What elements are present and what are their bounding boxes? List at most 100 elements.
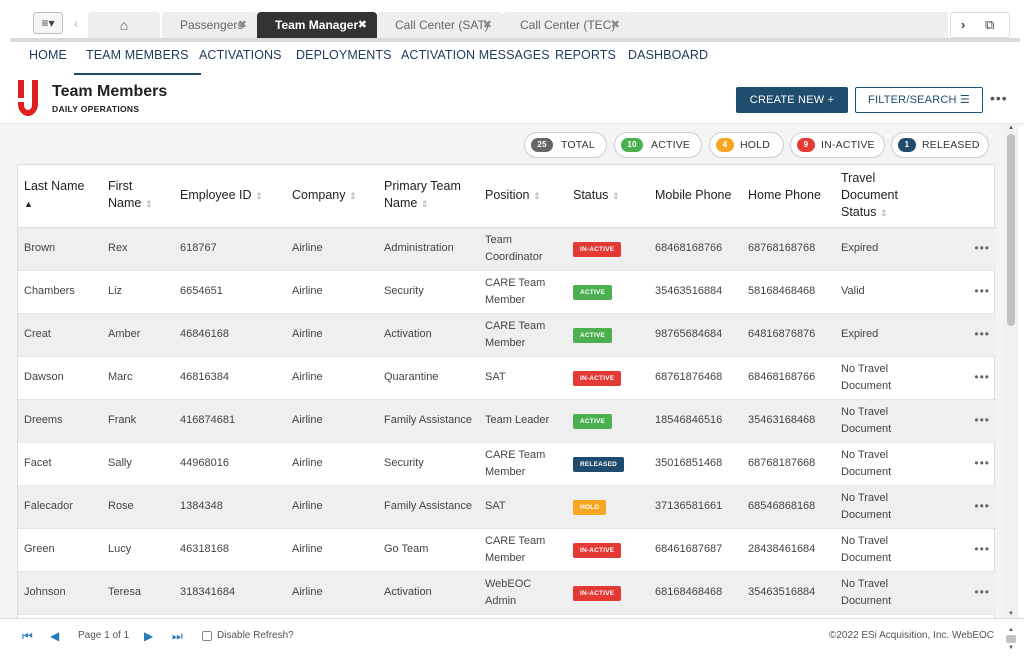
column-header-status[interactable]: Status ⇕ <box>567 165 649 228</box>
chevron-right-icon[interactable]: › <box>961 13 965 37</box>
tab-passengers[interactable]: Passengers ✖ <box>162 12 257 38</box>
tab-team-manager[interactable]: Team Manager ✖ <box>257 12 377 38</box>
cell-status: IN-ACTIVE <box>567 528 649 572</box>
sort-icon: ⇕ <box>348 190 357 201</box>
cell-emp: 6654651 <box>174 270 286 314</box>
cell-position: SAT <box>479 485 567 529</box>
row-more-options-icon[interactable]: ••• <box>939 399 996 443</box>
nav-team-members[interactable]: TEAM MEMBERS <box>74 48 201 75</box>
nav-activation-messages[interactable]: ACTIVATION MESSAGES <box>401 48 550 72</box>
tab-menu-button[interactable]: ≡▾ <box>33 12 63 34</box>
table-row[interactable]: Brown Rex 618767 Airline Administration Team … <box>18 227 996 271</box>
nav-dashboard[interactable]: DASHBOARD <box>628 48 708 72</box>
row-more-options-icon[interactable]: ••• <box>939 442 996 486</box>
scrollbar-thumb[interactable] <box>1006 635 1016 643</box>
cell-company: Airline <box>286 399 378 443</box>
brand-logo-icon <box>18 80 38 116</box>
row-more-options-icon[interactable]: ••• <box>939 270 996 314</box>
summary-released[interactable]: 1 RELEASED <box>891 132 989 158</box>
status-badge: RELEASED <box>573 457 624 472</box>
main-nav: HOME TEAM MEMBERS ACTIVATIONS DEPLOYMENT… <box>0 42 1024 75</box>
summary-total[interactable]: 25 TOTAL <box>524 132 607 158</box>
column-header-travel-document-status[interactable]: Travel Document Status ⇕ <box>835 165 939 228</box>
table-row[interactable]: Chambers Liz 6654651 Airline Security CARE Te… <box>18 270 996 314</box>
summary-label: TOTAL <box>561 139 595 151</box>
cell-first: Amber <box>102 313 174 357</box>
close-icon[interactable]: ✖ <box>483 12 492 38</box>
next-page-icon[interactable]: ▶ <box>144 629 153 643</box>
column-header-company[interactable]: Company ⇕ <box>286 165 378 228</box>
table-row[interactable]: Dawson Marc 46816384 Airline Quarantine SAT IN… <box>18 356 996 400</box>
summary-count: 10 <box>621 138 643 152</box>
first-page-icon[interactable]: ⏮ <box>22 629 33 644</box>
page-info: Page 1 of 1 <box>78 630 130 641</box>
nav-activations[interactable]: ACTIVATIONS <box>199 48 282 72</box>
row-more-options-icon[interactable]: ••• <box>939 356 996 400</box>
row-more-options-icon[interactable]: ••• <box>939 313 996 357</box>
cell-home: 35463168468 <box>742 399 835 443</box>
filter-search-button[interactable]: FILTER/SEARCH ☰ <box>855 87 983 113</box>
row-more-options-icon[interactable]: ••• <box>939 571 996 615</box>
column-header-last-name[interactable]: Last Name ▲ <box>18 165 102 228</box>
close-icon[interactable]: ✖ <box>238 12 247 38</box>
row-more-options-icon[interactable]: ••• <box>939 227 996 271</box>
cell-team: Security <box>378 270 479 314</box>
row-more-options-icon[interactable]: ••• <box>939 485 996 529</box>
tab-call-center-sat[interactable]: Call Center (SAT) ✖ <box>377 12 502 38</box>
cell-last: Facet <box>18 442 102 486</box>
close-icon[interactable]: ✖ <box>358 12 367 38</box>
sort-ascending-icon: ▲ <box>24 199 33 210</box>
table-row[interactable]: Green Lucy 46318168 Airline Go Team CARE Team… <box>18 528 996 572</box>
disable-refresh-checkbox[interactable] <box>202 631 212 641</box>
vertical-scrollbar[interactable]: ▲ ▼ <box>1004 124 1018 618</box>
previous-page-icon[interactable]: ◀ <box>50 629 59 643</box>
status-badge: ACTIVE <box>573 328 613 343</box>
scroll-up-icon[interactable]: ▲ <box>1008 125 1014 131</box>
cell-company: Airline <box>286 571 378 615</box>
scroll-up-icon[interactable]: ▲ <box>1006 626 1016 634</box>
tab-call-center-tec[interactable]: Call Center (TEC) ✖ <box>502 12 630 38</box>
window-icon[interactable]: ⧉ <box>985 13 994 37</box>
cell-company: Airline <box>286 270 378 314</box>
column-header-home-phone: Home Phone <box>742 165 835 228</box>
cell-travel: No Travel Document <box>835 356 939 400</box>
cell-first: Frank <box>102 399 174 443</box>
cell-first: Teresa <box>102 571 174 615</box>
nav-reports[interactable]: REPORTS <box>555 48 616 72</box>
column-header-first-name[interactable]: First Name ⇕ <box>102 165 174 228</box>
table-row[interactable]: Creat Amber 46846168 Airline Activation CARE … <box>18 313 996 357</box>
table-row[interactable]: Johnson Teresa 318341684 Airline Activation W… <box>18 571 996 615</box>
table-row[interactable]: Dreems Frank 416874681 Airline Family Assist… <box>18 399 996 443</box>
cell-travel: No Travel Document <box>835 485 939 529</box>
page-title: Team Members <box>52 83 168 100</box>
column-header-position[interactable]: Position ⇕ <box>479 165 567 228</box>
scroll-down-icon[interactable]: ▼ <box>1006 644 1016 652</box>
summary-hold[interactable]: 4 HOLD <box>709 132 784 158</box>
home-tab[interactable]: ⌂ <box>88 12 160 38</box>
sort-icon: ⇕ <box>879 207 888 218</box>
scrollbar-thumb[interactable] <box>1007 134 1015 326</box>
summary-count: 25 <box>531 138 553 152</box>
cell-travel: No Travel Document <box>835 528 939 572</box>
cell-last: Dawson <box>18 356 102 400</box>
scroll-down-icon[interactable]: ▼ <box>1008 611 1014 617</box>
create-new-button[interactable]: CREATE NEW + <box>736 87 848 113</box>
table-row[interactable]: Falecador Rose 1384348 Airline Family Assist… <box>18 485 996 529</box>
page-subtitle: DAILY OPERATIONS <box>52 104 140 114</box>
column-header-primary-team[interactable]: Primary Team Name ⇕ <box>378 165 479 228</box>
footer-scrollbar[interactable]: ▲ ▼ <box>1006 625 1016 651</box>
summary-active[interactable]: 10 ACTIVE <box>614 132 702 158</box>
tab-scroll-left-button[interactable]: ‹ <box>66 12 86 34</box>
nav-deployments[interactable]: DEPLOYMENTS <box>296 48 392 72</box>
last-page-icon[interactable]: ⏭ <box>172 629 183 644</box>
nav-home[interactable]: HOME <box>29 48 67 72</box>
row-more-options-icon[interactable]: ••• <box>939 528 996 572</box>
more-options-icon[interactable]: ••• <box>990 90 1008 106</box>
column-header-employee-id[interactable]: Employee ID ⇕ <box>174 165 286 228</box>
cell-last: Brown <box>18 227 102 271</box>
cell-home: 68546868168 <box>742 485 835 529</box>
table-row[interactable]: Facet Sally 44968016 Airline Security CARE Te… <box>18 442 996 486</box>
cell-mobile: 68761876468 <box>649 356 742 400</box>
close-icon[interactable]: ✖ <box>611 12 620 38</box>
summary-inactive[interactable]: 9 IN-ACTIVE <box>790 132 885 158</box>
